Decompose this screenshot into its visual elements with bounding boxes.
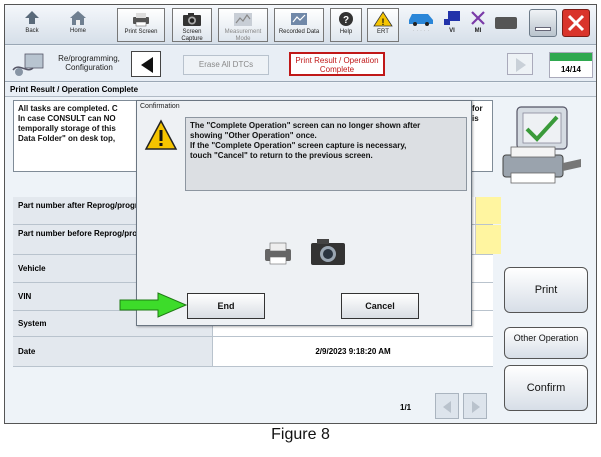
printer-icon <box>133 13 149 27</box>
close-button[interactable] <box>562 9 590 37</box>
step-bar: Re/programming, Configuration Erase All … <box>5 46 596 82</box>
dialog-message-line: showing "Other Operation" once. <box>190 131 317 140</box>
ecu-printer-illustration <box>502 106 581 184</box>
home-icon <box>70 11 86 25</box>
minimize-button[interactable] <box>529 9 557 37</box>
dialog-message-line: touch "Cancel" to return to the previous… <box>190 151 373 160</box>
back-icon <box>25 11 39 24</box>
page-prev-button <box>435 393 459 419</box>
highlight-cell <box>475 225 501 254</box>
back-button[interactable]: Back <box>11 8 53 42</box>
measurement-mode-button[interactable]: Measurement Mode <box>218 8 268 42</box>
print-button[interactable]: Print <box>504 267 588 313</box>
progress-bar-fill <box>550 53 592 61</box>
reprogramming-icon <box>12 53 44 76</box>
step-label: Re/programming, Configuration <box>58 54 120 72</box>
next-step-button <box>507 53 533 75</box>
recorded-data-icon <box>291 13 307 25</box>
dialog-message-line: If the "Complete Operation" screen captu… <box>190 141 407 150</box>
highlight-cell <box>475 197 501 224</box>
end-button[interactable]: End <box>187 293 265 319</box>
page-indicator: 1/1 <box>400 403 412 412</box>
mi-indicator: MI <box>465 8 491 42</box>
vi-icon <box>444 11 460 25</box>
step-progress: 14/14 <box>549 52 593 78</box>
recorded-data-button[interactable]: Recorded Data <box>274 8 324 42</box>
close-icon <box>567 14 585 32</box>
row-label: Date <box>13 337 213 366</box>
triangle-left-icon <box>443 401 451 413</box>
print-screen-button[interactable]: Print Screen <box>117 8 165 42</box>
battery-icon <box>495 17 517 29</box>
figure-caption: Figure 8 <box>271 426 330 443</box>
toolbar: Back Home Print Screen Screen Capture Me… <box>5 5 596 45</box>
page-title: Print Result / Operation Complete <box>5 83 596 97</box>
minimize-icon <box>535 27 551 31</box>
car-icon <box>409 14 433 26</box>
dialog-title: Confirmation <box>140 103 180 110</box>
breadcrumb-erase-all-dtcs: Erase All DTCs <box>183 55 269 75</box>
mi-disconnected-icon <box>471 11 485 25</box>
warning-icon <box>144 119 178 150</box>
help-icon: ? <box>339 12 353 26</box>
svg-text:!: ! <box>382 17 385 27</box>
green-arrow-icon <box>119 292 188 318</box>
vi-indicator: VI <box>439 8 465 42</box>
previous-step-button[interactable] <box>131 51 161 77</box>
printer-camera-illustration <box>265 239 345 265</box>
gauge-icon <box>234 13 252 26</box>
svg-text:?: ? <box>343 15 349 26</box>
table-row: Date 2/9/2023 9:18:20 AM <box>13 337 493 367</box>
consult-window: Back Home Print Screen Screen Capture Me… <box>4 4 597 424</box>
cancel-button[interactable]: Cancel <box>341 293 419 319</box>
warning-icon: ! <box>373 11 393 27</box>
message-line: is <box>472 114 479 123</box>
confirm-button[interactable]: Confirm <box>504 365 588 411</box>
message-right-fragment: for is <box>472 104 483 124</box>
page-next-button <box>463 393 487 419</box>
other-operation-button[interactable]: Other Operation <box>504 327 588 359</box>
dialog-message: The "Complete Operation" screen can no l… <box>185 117 467 191</box>
pager-area <box>13 391 493 421</box>
triangle-right-icon <box>472 401 480 413</box>
dialog-message-line: The "Complete Operation" screen can no l… <box>190 121 421 130</box>
progress-text: 14/14 <box>560 65 582 74</box>
screen-capture-button[interactable]: Screen Capture <box>172 8 212 42</box>
help-button[interactable]: ? Help <box>330 8 362 42</box>
home-button[interactable]: Home <box>57 8 99 42</box>
vehicle-connection-icon: · · · · · <box>403 8 439 42</box>
triangle-right-icon <box>516 58 526 72</box>
row-value: 2/9/2023 9:18:20 AM <box>315 347 391 356</box>
ert-button[interactable]: ! ERT <box>367 8 399 42</box>
camera-icon <box>183 13 201 26</box>
triangle-left-icon <box>141 57 153 73</box>
breadcrumb-active-step: Print Result / Operation Complete <box>289 52 385 76</box>
message-line: for <box>472 104 483 113</box>
